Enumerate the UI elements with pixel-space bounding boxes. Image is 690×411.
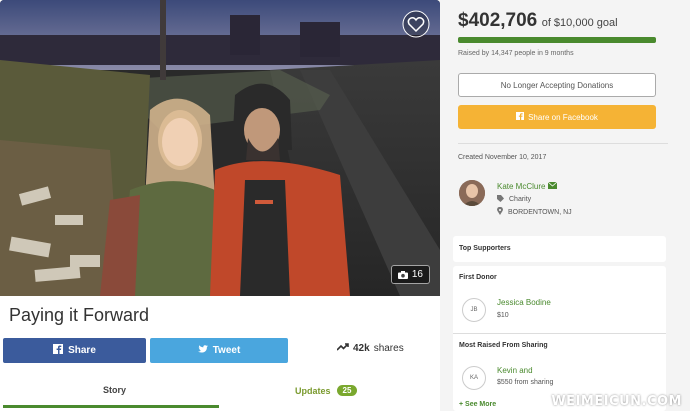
photo-count-badge[interactable]: 16 (390, 265, 430, 284)
campaign-main: 16 Paying it Forward Share Tweet 42k sha… (0, 0, 440, 411)
top-supporters-card: Top Supporters (453, 236, 666, 262)
sharer-avatar: KA (462, 366, 486, 390)
campaign-title: Paying it Forward (9, 305, 150, 325)
facebook-share-button[interactable]: Share (3, 338, 146, 363)
tab-story[interactable]: Story (103, 385, 126, 395)
category-text: Charity (509, 196, 532, 203)
top-sharer-name[interactable]: Kevin and (497, 366, 533, 375)
shares-label: shares (373, 343, 404, 354)
funding-progress-bar (458, 37, 656, 43)
envelope-icon[interactable] (548, 181, 558, 191)
map-pin-icon (497, 206, 503, 217)
goal-text: of $10,000 goal (541, 17, 618, 29)
donor-avatar: JB (462, 298, 486, 322)
most-raised-heading: Most Raised From Sharing (459, 342, 548, 349)
donations-closed-button[interactable]: No Longer Accepting Donations (458, 73, 656, 97)
shares-count: 42k (353, 343, 370, 354)
location-text: BORDENTOWN, NJ (508, 208, 572, 216)
organizer-category: Charity (497, 195, 531, 204)
amount-raised-value: $402,706 (458, 10, 538, 31)
active-tab-indicator (3, 405, 219, 408)
first-donor-heading: First Donor (459, 274, 497, 281)
organizer-avatar[interactable] (459, 180, 485, 206)
share-count: 42k shares (336, 343, 404, 354)
tab-updates[interactable]: Updates 25 (295, 385, 358, 396)
photo-count: 16 (411, 269, 423, 280)
divider (458, 143, 668, 144)
share-label: Share (68, 345, 96, 356)
trending-up-icon (336, 343, 349, 354)
tweet-label: Tweet (212, 345, 241, 356)
see-more-link[interactable]: + See More (459, 401, 496, 408)
camera-icon (397, 270, 408, 279)
raised-by-text: Raised by 14,347 people in 9 months (458, 50, 574, 57)
updates-label: Updates (295, 385, 331, 396)
facebook-icon (516, 112, 525, 122)
organizer-name-text: Kate McClure (497, 182, 546, 191)
top-sharer-amount: $550 from sharing (497, 379, 554, 386)
tweet-button[interactable]: Tweet (150, 338, 288, 363)
updates-count-badge: 25 (336, 385, 358, 396)
top-supporters-heading: Top Supporters (459, 245, 511, 252)
campaign-photo[interactable]: 16 (0, 0, 440, 296)
tag-icon (497, 195, 504, 204)
facebook-icon (53, 344, 64, 357)
first-donor-amount: $10 (497, 312, 509, 319)
photo-scene (0, 0, 440, 296)
site-watermark: WEIMEICUN.COM (551, 394, 682, 409)
campaign-tabs: Story Updates 25 (3, 375, 435, 411)
amount-raised: $402,706 of $10,000 goal (458, 10, 618, 32)
created-date: Created November 10, 2017 (458, 154, 547, 161)
share-on-facebook-label: Share on Facebook (528, 112, 598, 122)
organizer-name[interactable]: Kate McClure (497, 181, 558, 191)
divider (453, 333, 666, 334)
first-donor-name[interactable]: Jessica Bodine (497, 298, 551, 307)
supporters-list: First Donor JB Jessica Bodine $10 Most R… (453, 266, 666, 411)
organizer-location: BORDENTOWN, NJ (497, 206, 572, 217)
share-on-facebook-button[interactable]: Share on Facebook (458, 105, 656, 129)
twitter-bird-icon (197, 344, 208, 357)
like-heart-icon[interactable] (402, 10, 430, 38)
